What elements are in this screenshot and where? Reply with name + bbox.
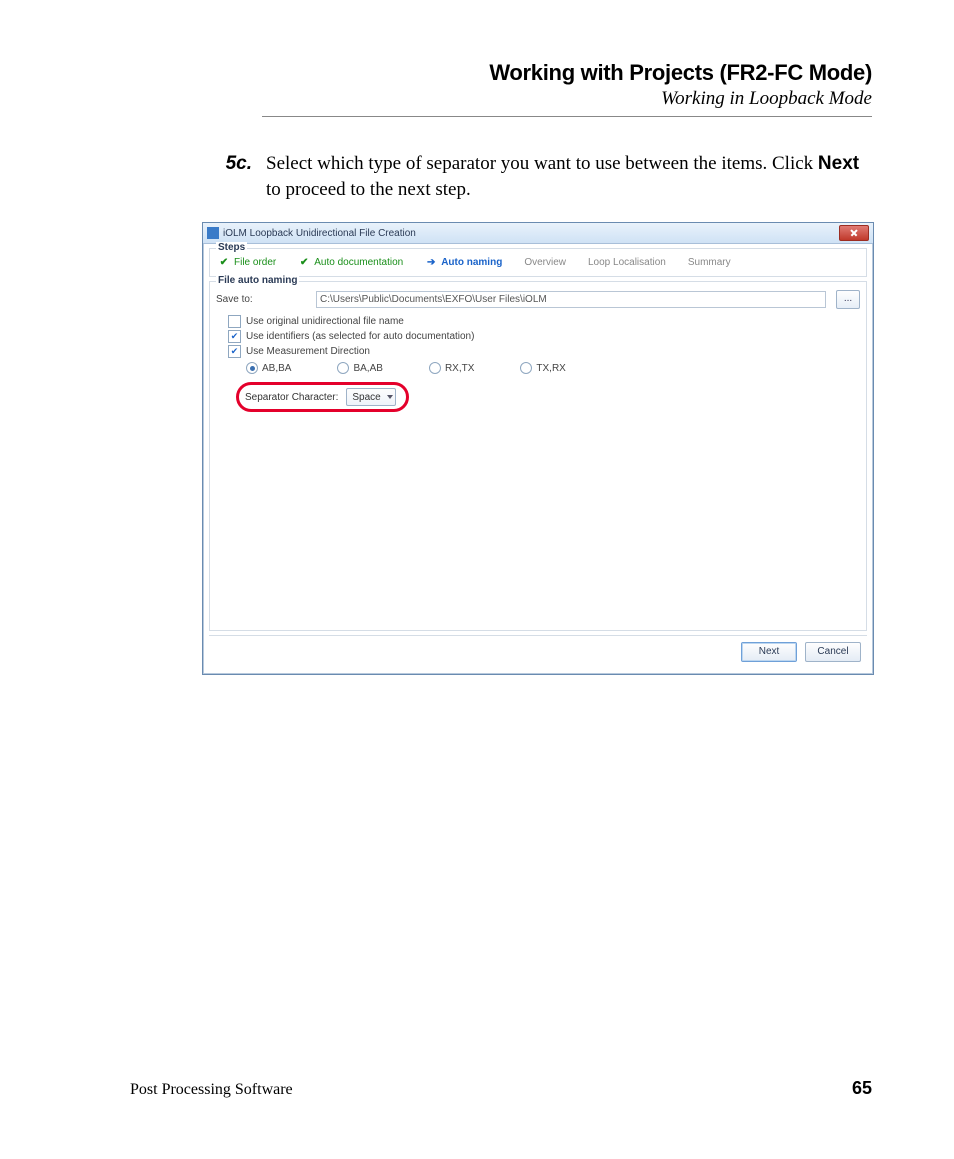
checkbox-icon: ✔ [228, 330, 241, 343]
save-to-row: Save to: ... [216, 290, 860, 309]
checkbox-use-direction[interactable]: ✔ Use Measurement Direction [228, 345, 860, 358]
wizard-step-summary: Summary [688, 257, 731, 268]
direction-radios-row: AB,BA BA,AB RX,TX TX,RX [246, 362, 860, 374]
blank-area [216, 414, 860, 624]
radio-tx-rx[interactable]: TX,RX [520, 362, 565, 374]
auto-naming-legend: File auto naming [216, 275, 299, 286]
chevron-down-icon [387, 395, 393, 399]
page-footer: Post Processing Software 65 [130, 1078, 872, 1099]
cancel-button[interactable]: Cancel [805, 642, 861, 662]
radio-ba-ab[interactable]: BA,AB [337, 362, 382, 374]
step-text: Select which type of separator you want … [266, 151, 872, 202]
section-title: Working in Loopback Mode [262, 88, 872, 110]
wizard-steps-group: Steps ✔ File order ✔ Auto documentation … [209, 248, 867, 277]
wizard-steps-row: ✔ File order ✔ Auto documentation ➔ Auto… [216, 253, 860, 270]
screenshot-dialog: iOLM Loopback Unidirectional File Creati… [202, 222, 874, 675]
document-page: Working with Projects (FR2-FC Mode) Work… [0, 0, 954, 1159]
dialog-window: iOLM Loopback Unidirectional File Creati… [202, 222, 874, 675]
window-icon [207, 227, 219, 239]
wizard-step-label: Auto documentation [314, 257, 403, 268]
radio-label: RX,TX [445, 363, 474, 374]
radio-icon [520, 362, 532, 374]
step-number: 5c. [222, 151, 252, 177]
radio-label: TX,RX [536, 363, 565, 374]
dialog-title: iOLM Loopback Unidirectional File Creati… [223, 228, 835, 239]
instruction-step: 5c. Select which type of separator you w… [222, 151, 872, 202]
radio-icon [337, 362, 349, 374]
step-text-part2: to proceed to the next step. [266, 179, 471, 200]
separator-value: Space [352, 392, 380, 403]
separator-dropdown[interactable]: Space [346, 388, 395, 406]
browse-button[interactable]: ... [836, 290, 860, 309]
separator-highlight: Separator Character: Space [236, 382, 409, 412]
wizard-step-file-order: ✔ File order [218, 257, 276, 268]
save-to-input[interactable] [316, 291, 826, 308]
close-icon[interactable] [839, 225, 869, 241]
radio-label: AB,BA [262, 363, 291, 374]
wizard-step-overview: Overview [524, 257, 566, 268]
checkbox-icon: ✔ [228, 345, 241, 358]
next-button[interactable]: Next [741, 642, 797, 662]
wizard-step-auto-naming: ➔ Auto naming [425, 257, 502, 268]
steps-legend: Steps [216, 242, 247, 253]
radio-icon [246, 362, 258, 374]
radio-rx-tx[interactable]: RX,TX [429, 362, 474, 374]
dialog-titlebar: iOLM Loopback Unidirectional File Creati… [203, 223, 873, 244]
wizard-step-label: File order [234, 257, 276, 268]
wizard-step-auto-doc: ✔ Auto documentation [298, 257, 403, 268]
checkbox-icon [228, 315, 241, 328]
step-text-bold: Next [818, 153, 859, 174]
auto-naming-group: File auto naming Save to: ... Use origin… [209, 281, 867, 631]
save-to-label: Save to: [216, 294, 306, 305]
radio-label: BA,AB [353, 363, 382, 374]
dialog-body: Steps ✔ File order ✔ Auto documentation … [203, 244, 873, 674]
checkbox-use-original[interactable]: Use original unidirectional file name [228, 315, 860, 328]
check-icon: ✔ [298, 257, 310, 268]
wizard-step-label: Loop Localisation [588, 257, 666, 268]
wizard-step-loop-localisation: Loop Localisation [588, 257, 666, 268]
wizard-step-label: Summary [688, 257, 731, 268]
arrow-icon: ➔ [425, 257, 437, 268]
check-icon: ✔ [218, 257, 230, 268]
dialog-button-bar: Next Cancel [209, 635, 867, 668]
separator-label: Separator Character: [245, 392, 338, 403]
page-number: 65 [852, 1078, 872, 1099]
header-rule [262, 116, 872, 117]
step-text-part1: Select which type of separator you want … [266, 153, 818, 174]
radio-icon [429, 362, 441, 374]
checkbox-label: Use original unidirectional file name [246, 316, 404, 327]
footer-product: Post Processing Software [130, 1081, 293, 1099]
radio-ab-ba[interactable]: AB,BA [246, 362, 291, 374]
body-text: 5c. Select which type of separator you w… [222, 151, 872, 202]
page-header: Working with Projects (FR2-FC Mode) Work… [262, 60, 872, 117]
checkbox-label: Use identifiers (as selected for auto do… [246, 331, 474, 342]
checkbox-use-identifiers[interactable]: ✔ Use identifiers (as selected for auto … [228, 330, 860, 343]
wizard-step-label: Overview [524, 257, 566, 268]
chapter-title: Working with Projects (FR2-FC Mode) [262, 60, 872, 86]
wizard-step-label: Auto naming [441, 257, 502, 268]
checkbox-label: Use Measurement Direction [246, 346, 370, 357]
